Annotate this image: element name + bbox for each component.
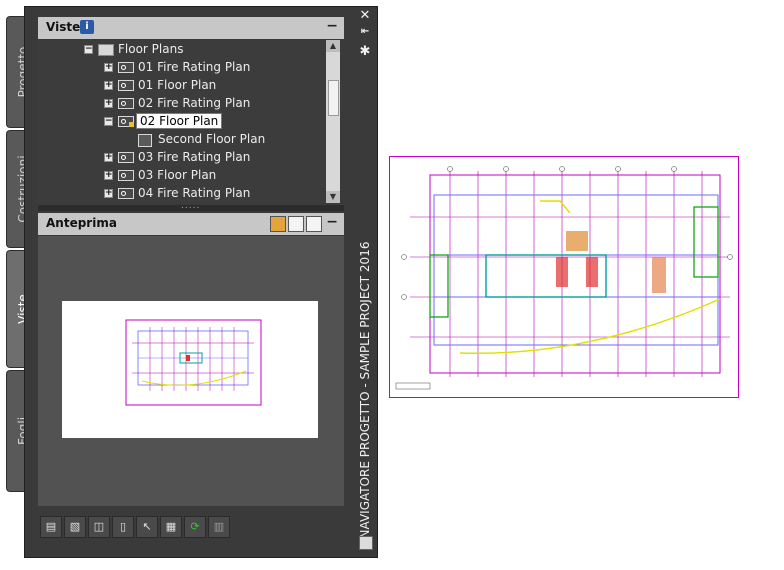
tree-item-01-fire-rating-plan[interactable]: + 01 Fire Rating Plan — [104, 59, 334, 77]
floor-plan-icon — [138, 134, 152, 147]
preview-panel-header: Anteprima − — [38, 213, 344, 235]
expand-icon[interactable]: + — [104, 171, 113, 180]
expand-icon[interactable]: + — [104, 189, 113, 198]
repath-button[interactable]: ▥ — [208, 516, 230, 538]
tree-item-01-floor-plan[interactable]: + 01 Floor Plan — [104, 77, 334, 95]
view-icon — [118, 170, 134, 181]
folder-open-icon — [98, 44, 114, 56]
close-icon[interactable]: ✕ — [358, 8, 372, 23]
preview-thumbnail — [62, 301, 318, 438]
tree-item-label: 03 Floor Plan — [138, 168, 217, 182]
select-button[interactable]: ↖ — [136, 516, 158, 538]
tree-item-03-floor-plan[interactable]: + 03 Floor Plan — [104, 167, 334, 185]
tree-item-label: 01 Floor Plan — [138, 78, 217, 92]
scroll-thumb[interactable] — [328, 80, 339, 116]
tree-item-label: 04 Fire Rating Plan — [138, 186, 251, 200]
tree-item-second-floor-plan[interactable]: Second Floor Plan — [138, 131, 334, 149]
tree-item-label: Floor Plans — [118, 42, 184, 56]
lock-icon — [129, 122, 134, 127]
tree-item-02-fire-rating-plan[interactable]: + 02 Fire Rating Plan — [104, 95, 334, 113]
info-icon[interactable]: i — [80, 20, 94, 34]
palette-title-text: NAVIGATORE PROGETTO - SAMPLE PROJECT 201… — [358, 241, 372, 539]
collapse-icon[interactable]: − — [84, 45, 93, 54]
view-icon — [118, 98, 134, 109]
expand-icon[interactable]: + — [104, 63, 113, 72]
scroll-down-icon[interactable]: ▼ — [326, 191, 340, 203]
expand-icon[interactable]: + — [104, 81, 113, 90]
view-properties-button[interactable]: ◫ — [88, 516, 110, 538]
floor-plan-svg — [395, 166, 733, 390]
tree-item-label: Second Floor Plan — [158, 132, 266, 146]
scroll-up-icon[interactable]: ▲ — [326, 40, 340, 52]
new-view-drawing-button[interactable]: ▧ — [64, 516, 86, 538]
copy-button[interactable]: ▯ — [112, 516, 134, 538]
tree-scrollbar[interactable]: ▲ ▼ — [326, 40, 340, 203]
refresh-icon[interactable]: ⟳ — [184, 516, 206, 538]
view-icon — [118, 62, 134, 73]
palette-title: NAVIGATORE PROGETTO - SAMPLE PROJECT 201… — [358, 242, 372, 539]
tree-item-03-fire-rating-plan[interactable]: + 03 Fire Rating Plan — [104, 149, 334, 167]
expand-icon[interactable]: + — [104, 153, 113, 162]
views-tree: − Floor Plans + 01 Fire Rating Plan + 01… — [38, 40, 340, 203]
expand-icon[interactable]: + — [104, 99, 113, 108]
views-panel-header: Viste i − — [38, 17, 344, 39]
preview-zoom-icon[interactable] — [306, 216, 322, 232]
new-view-button[interactable]: ▤ — [40, 516, 62, 538]
preview-drawing — [125, 319, 262, 406]
view-icon — [118, 188, 134, 199]
tree-item-label: 01 Fire Rating Plan — [138, 60, 251, 74]
preview-mode-icon[interactable] — [270, 216, 286, 232]
tree-item-floor-plans[interactable]: − Floor Plans — [84, 41, 334, 59]
tree-item-02-floor-plan[interactable]: − 02 Floor Plan — [104, 113, 334, 131]
preview-panel-title: Anteprima — [46, 216, 117, 230]
gear-icon[interactable]: ✱ — [358, 44, 372, 59]
tree-item-label: 03 Fire Rating Plan — [138, 150, 251, 164]
table-button[interactable]: ▦ — [160, 516, 182, 538]
collapse-views-button[interactable]: − — [326, 18, 338, 34]
views-panel-title: Viste — [46, 20, 81, 34]
palette-menu-icon[interactable] — [359, 536, 373, 550]
collapse-preview-button[interactable]: − — [326, 214, 338, 230]
floor-plan-drawing — [389, 156, 739, 398]
collapse-icon[interactable]: − — [104, 117, 113, 126]
tree-item-04-fire-rating-plan[interactable]: + 04 Fire Rating Plan — [104, 185, 334, 203]
auto-hide-icon[interactable]: ⇤ — [358, 26, 372, 37]
tree-item-label: 02 Fire Rating Plan — [138, 96, 251, 110]
tree-item-label-selected: 02 Floor Plan — [136, 113, 223, 129]
view-icon — [118, 80, 134, 91]
view-icon — [118, 152, 134, 163]
panel-splitter[interactable]: ..... — [38, 201, 344, 211]
preview-image-icon[interactable] — [288, 216, 304, 232]
